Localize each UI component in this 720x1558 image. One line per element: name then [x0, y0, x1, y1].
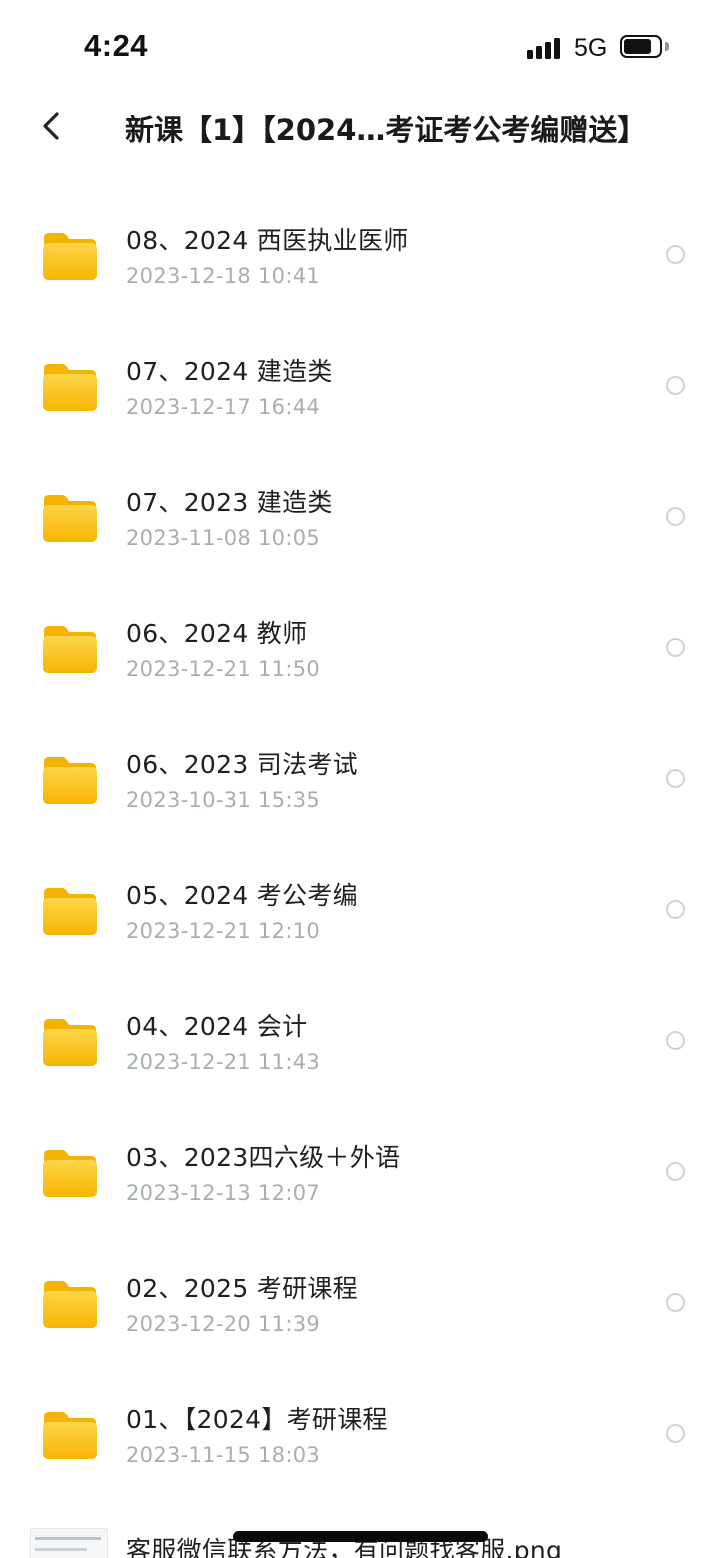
folder-icon — [41, 1409, 99, 1461]
folder-date: 2023-12-21 11:43 — [126, 1050, 321, 1074]
folder-date: 2023-11-15 18:03 — [126, 1443, 321, 1467]
folder-icon — [41, 1016, 99, 1068]
list-item[interactable]: 06、2024 教师 2023-12-21 11:50 — [0, 566, 720, 697]
status-time: 4:24 — [84, 28, 149, 63]
folder-icon — [41, 492, 99, 544]
list-item[interactable]: 03、2023四六级＋外语 2023-12-13 12:07 — [0, 1090, 720, 1221]
select-radio[interactable] — [666, 1031, 685, 1050]
list-item[interactable]: 04、2024 会计 2023-12-21 11:43 — [0, 959, 720, 1090]
folder-icon — [41, 623, 99, 675]
folder-name: 07、2024 建造类 — [126, 357, 333, 386]
folder-list: 08、2024 西医执业医师 2023-12-18 10:41 07、2024 建造… — [0, 173, 720, 1483]
list-item[interactable]: 07、2024 建造类 2023-12-17 16:44 — [0, 304, 720, 435]
select-radio[interactable] — [666, 900, 685, 919]
list-item[interactable]: 08、2024 西医执业医师 2023-12-18 10:41 — [0, 173, 720, 304]
battery-icon — [620, 35, 662, 58]
select-radio[interactable] — [666, 769, 685, 788]
image-thumbnail — [30, 1528, 108, 1558]
select-radio[interactable] — [666, 376, 685, 395]
select-radio[interactable] — [666, 507, 685, 526]
list-item[interactable]: 05、2024 考公考编 2023-12-21 12:10 — [0, 828, 720, 959]
folder-date: 2023-12-18 10:41 — [126, 264, 321, 288]
list-item[interactable]: 07、2023 建造类 2023-11-08 10:05 — [0, 435, 720, 566]
folder-date: 2023-12-13 12:07 — [126, 1181, 321, 1205]
folder-date: 2023-10-31 15:35 — [126, 788, 321, 812]
folder-icon — [41, 1278, 99, 1330]
select-radio[interactable] — [666, 1162, 685, 1181]
folder-name: 01、【2024】考研课程 — [126, 1405, 388, 1434]
folder-date: 2023-12-20 11:39 — [126, 1312, 321, 1336]
folder-icon — [41, 885, 99, 937]
select-radio[interactable] — [666, 1424, 685, 1443]
select-radio[interactable] — [666, 638, 685, 657]
file-list-screen: 4:24 5G 新课【1】【2024…考证考公考编赠送】 08、2024 西医执… — [0, 0, 720, 1558]
folder-date: 2023-11-08 10:05 — [126, 526, 321, 550]
list-item[interactable]: 01、【2024】考研课程 2023-11-15 18:03 — [0, 1352, 720, 1483]
nav-bar: 新课【1】【2024…考证考公考编赠送】 — [0, 95, 720, 161]
chevron-left-icon — [43, 112, 59, 140]
select-radio[interactable] — [666, 1293, 685, 1312]
home-indicator[interactable] — [233, 1531, 488, 1542]
folder-date: 2023-12-21 11:50 — [126, 657, 321, 681]
folder-name: 03、2023四六级＋外语 — [126, 1143, 401, 1172]
page-title: 新课【1】【2024…考证考公考编赠送】 — [125, 113, 647, 147]
network-type: 5G — [574, 34, 608, 62]
folder-name: 06、2023 司法考试 — [126, 750, 358, 779]
status-bar: 4:24 5G — [0, 0, 720, 92]
back-button[interactable] — [30, 103, 76, 149]
folder-date: 2023-12-17 16:44 — [126, 395, 321, 419]
folder-name: 02、2025 考研课程 — [126, 1274, 358, 1303]
folder-name: 04、2024 会计 — [126, 1012, 308, 1041]
folder-icon — [41, 361, 99, 413]
select-radio[interactable] — [666, 245, 685, 264]
folder-icon — [41, 1147, 99, 1199]
battery-tip — [665, 42, 669, 51]
battery-level — [624, 39, 651, 54]
cellular-signal-icon — [527, 37, 563, 59]
folder-name: 08、2024 西医执业医师 — [126, 226, 409, 255]
folder-name: 05、2024 考公考编 — [126, 881, 358, 910]
folder-name: 06、2024 教师 — [126, 619, 308, 648]
folder-date: 2023-12-21 12:10 — [126, 919, 321, 943]
folder-icon — [41, 230, 99, 282]
folder-name: 07、2023 建造类 — [126, 488, 333, 517]
list-item[interactable]: 02、2025 考研课程 2023-12-20 11:39 — [0, 1221, 720, 1352]
list-item[interactable]: 06、2023 司法考试 2023-10-31 15:35 — [0, 697, 720, 828]
folder-icon — [41, 754, 99, 806]
